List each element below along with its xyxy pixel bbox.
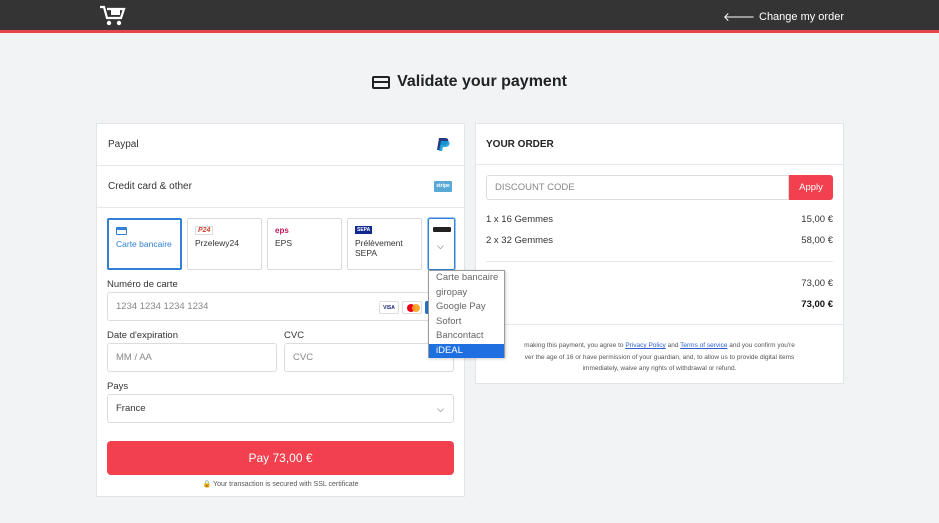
stripe-icon: stripe — [434, 181, 452, 192]
page-title-text: Validate your payment — [397, 73, 567, 90]
divider — [486, 261, 833, 262]
order-panel: YOUR ORDER DISCOUNT CODE Apply 1 x 16 Ge… — [475, 123, 844, 384]
divider — [476, 164, 843, 165]
subtotal-value: 73,00 € — [801, 278, 833, 289]
legal-notice: making this payment, you agree to Privac… — [486, 340, 833, 375]
card-icon — [116, 226, 173, 236]
method-carte-bancaire[interactable]: Carte bancaire — [107, 218, 182, 270]
payment-methods-dropdown: Carte bancaire giropay Google Pay Sofort… — [428, 270, 505, 358]
country-label: Pays — [107, 381, 129, 392]
credit-card-icon — [372, 75, 391, 89]
credit-card-option[interactable]: Credit card & other stripe — [97, 166, 464, 208]
item-price: 58,00 € — [801, 235, 833, 246]
country-select[interactable]: France ⌵ — [107, 394, 454, 423]
discount-placeholder: DISCOUNT CODE — [495, 182, 575, 193]
ssl-note-text: Your transaction is secured with SSL cer… — [213, 481, 359, 488]
legal-text: making this payment, you agree to — [524, 342, 626, 349]
paypal-option[interactable]: Paypal — [97, 124, 464, 166]
discount-code-input[interactable]: DISCOUNT CODE — [486, 175, 789, 200]
legal-text: ver the age of 16 or have permission of … — [524, 353, 795, 361]
shopping-cart-logo-icon[interactable] — [99, 5, 127, 27]
order-item: 1 x 16 Gemmes 15,00 € — [486, 214, 833, 225]
order-heading: YOUR ORDER — [486, 139, 554, 150]
payment-panel: Paypal Credit card & other stripe Carte … — [96, 123, 465, 497]
credit-card-label: Credit card & other — [108, 181, 192, 192]
item-name: 2 x 32 Gemmes — [486, 235, 554, 246]
dropdown-option[interactable]: Google Pay — [429, 300, 504, 315]
p24-icon: P24 — [195, 225, 254, 235]
paypal-label: Paypal — [108, 139, 139, 150]
expiry-placeholder: MM / AA — [116, 352, 152, 363]
order-item: 2 x 32 Gemmes 58,00 € — [486, 235, 833, 246]
eps-icon: eps — [275, 225, 289, 235]
chevron-down-icon: ⌵ — [437, 404, 444, 414]
subtotal-row: total 73,00 € — [486, 278, 833, 289]
total-row: al 73,00 € — [486, 299, 833, 310]
item-price: 15,00 € — [801, 214, 833, 225]
divider — [476, 324, 843, 325]
lock-icon: 🔒 — [202, 481, 212, 488]
terms-of-service-link[interactable]: Terms of service — [680, 342, 727, 349]
method-sepa[interactable]: SEPA Prélèvement SEPA — [347, 218, 422, 270]
payment-method-tabs: Carte bancaire P24 Przelewy24 eps EPS SE… — [107, 218, 422, 270]
top-bar: 🡐 Change my order — [0, 0, 939, 33]
page-title: Validate your payment — [0, 73, 939, 91]
card-number-label: Numéro de carte — [107, 279, 178, 290]
method-przelewy24[interactable]: P24 Przelewy24 — [187, 218, 262, 270]
change-order-label: Change my order — [759, 10, 844, 23]
method-label: EPS — [275, 238, 293, 248]
more-methods-logo-icon — [433, 227, 451, 232]
dropdown-option[interactable]: giropay — [429, 286, 504, 301]
pay-button[interactable]: Pay 73,00 € — [107, 441, 454, 475]
card-number-placeholder: 1234 1234 1234 1234 — [116, 301, 209, 312]
arrow-left-icon: 🡐 — [722, 10, 755, 24]
legal-text: immediately, waive any rights of withdra… — [582, 365, 737, 372]
expiry-input[interactable]: MM / AA — [107, 343, 277, 372]
card-number-input[interactable]: 1234 1234 1234 1234 VISA — [107, 292, 454, 321]
mastercard-icon — [402, 301, 422, 314]
paypal-icon — [437, 138, 450, 151]
privacy-policy-link[interactable]: Privacy Policy — [625, 342, 665, 349]
ssl-note: 🔒 Your transaction is secured with SSL c… — [97, 480, 464, 488]
chevron-down-icon: ⌵ — [437, 241, 444, 251]
cvc-placeholder: CVC — [293, 352, 314, 363]
legal-text: and — [665, 342, 681, 349]
dropdown-option[interactable]: Sofort — [429, 315, 504, 330]
visa-icon: VISA — [379, 301, 399, 314]
sepa-icon: SEPA — [355, 226, 373, 234]
total-value: 73,00 € — [801, 299, 833, 310]
method-eps[interactable]: eps EPS — [267, 218, 342, 270]
method-label: Przelewy24 — [195, 238, 239, 248]
legal-text: and you confirm you're — [727, 342, 795, 349]
expiry-label: Date d'expiration — [107, 330, 178, 341]
item-name: 1 x 16 Gemmes — [486, 214, 554, 225]
method-label: Carte bancaire — [116, 239, 172, 249]
change-order-link[interactable]: 🡐 Change my order — [723, 9, 844, 24]
dropdown-option[interactable]: Bancontact — [429, 329, 504, 344]
cvc-label: CVC — [284, 330, 305, 341]
country-value: France — [116, 403, 146, 414]
apply-button[interactable]: Apply — [789, 175, 833, 200]
dropdown-option[interactable]: Carte bancaire — [429, 271, 504, 286]
method-label: Prélèvement SEPA — [355, 238, 403, 258]
more-methods-button[interactable]: ⌵ — [427, 217, 456, 271]
dropdown-option-highlighted[interactable]: iDEAL — [429, 343, 504, 358]
